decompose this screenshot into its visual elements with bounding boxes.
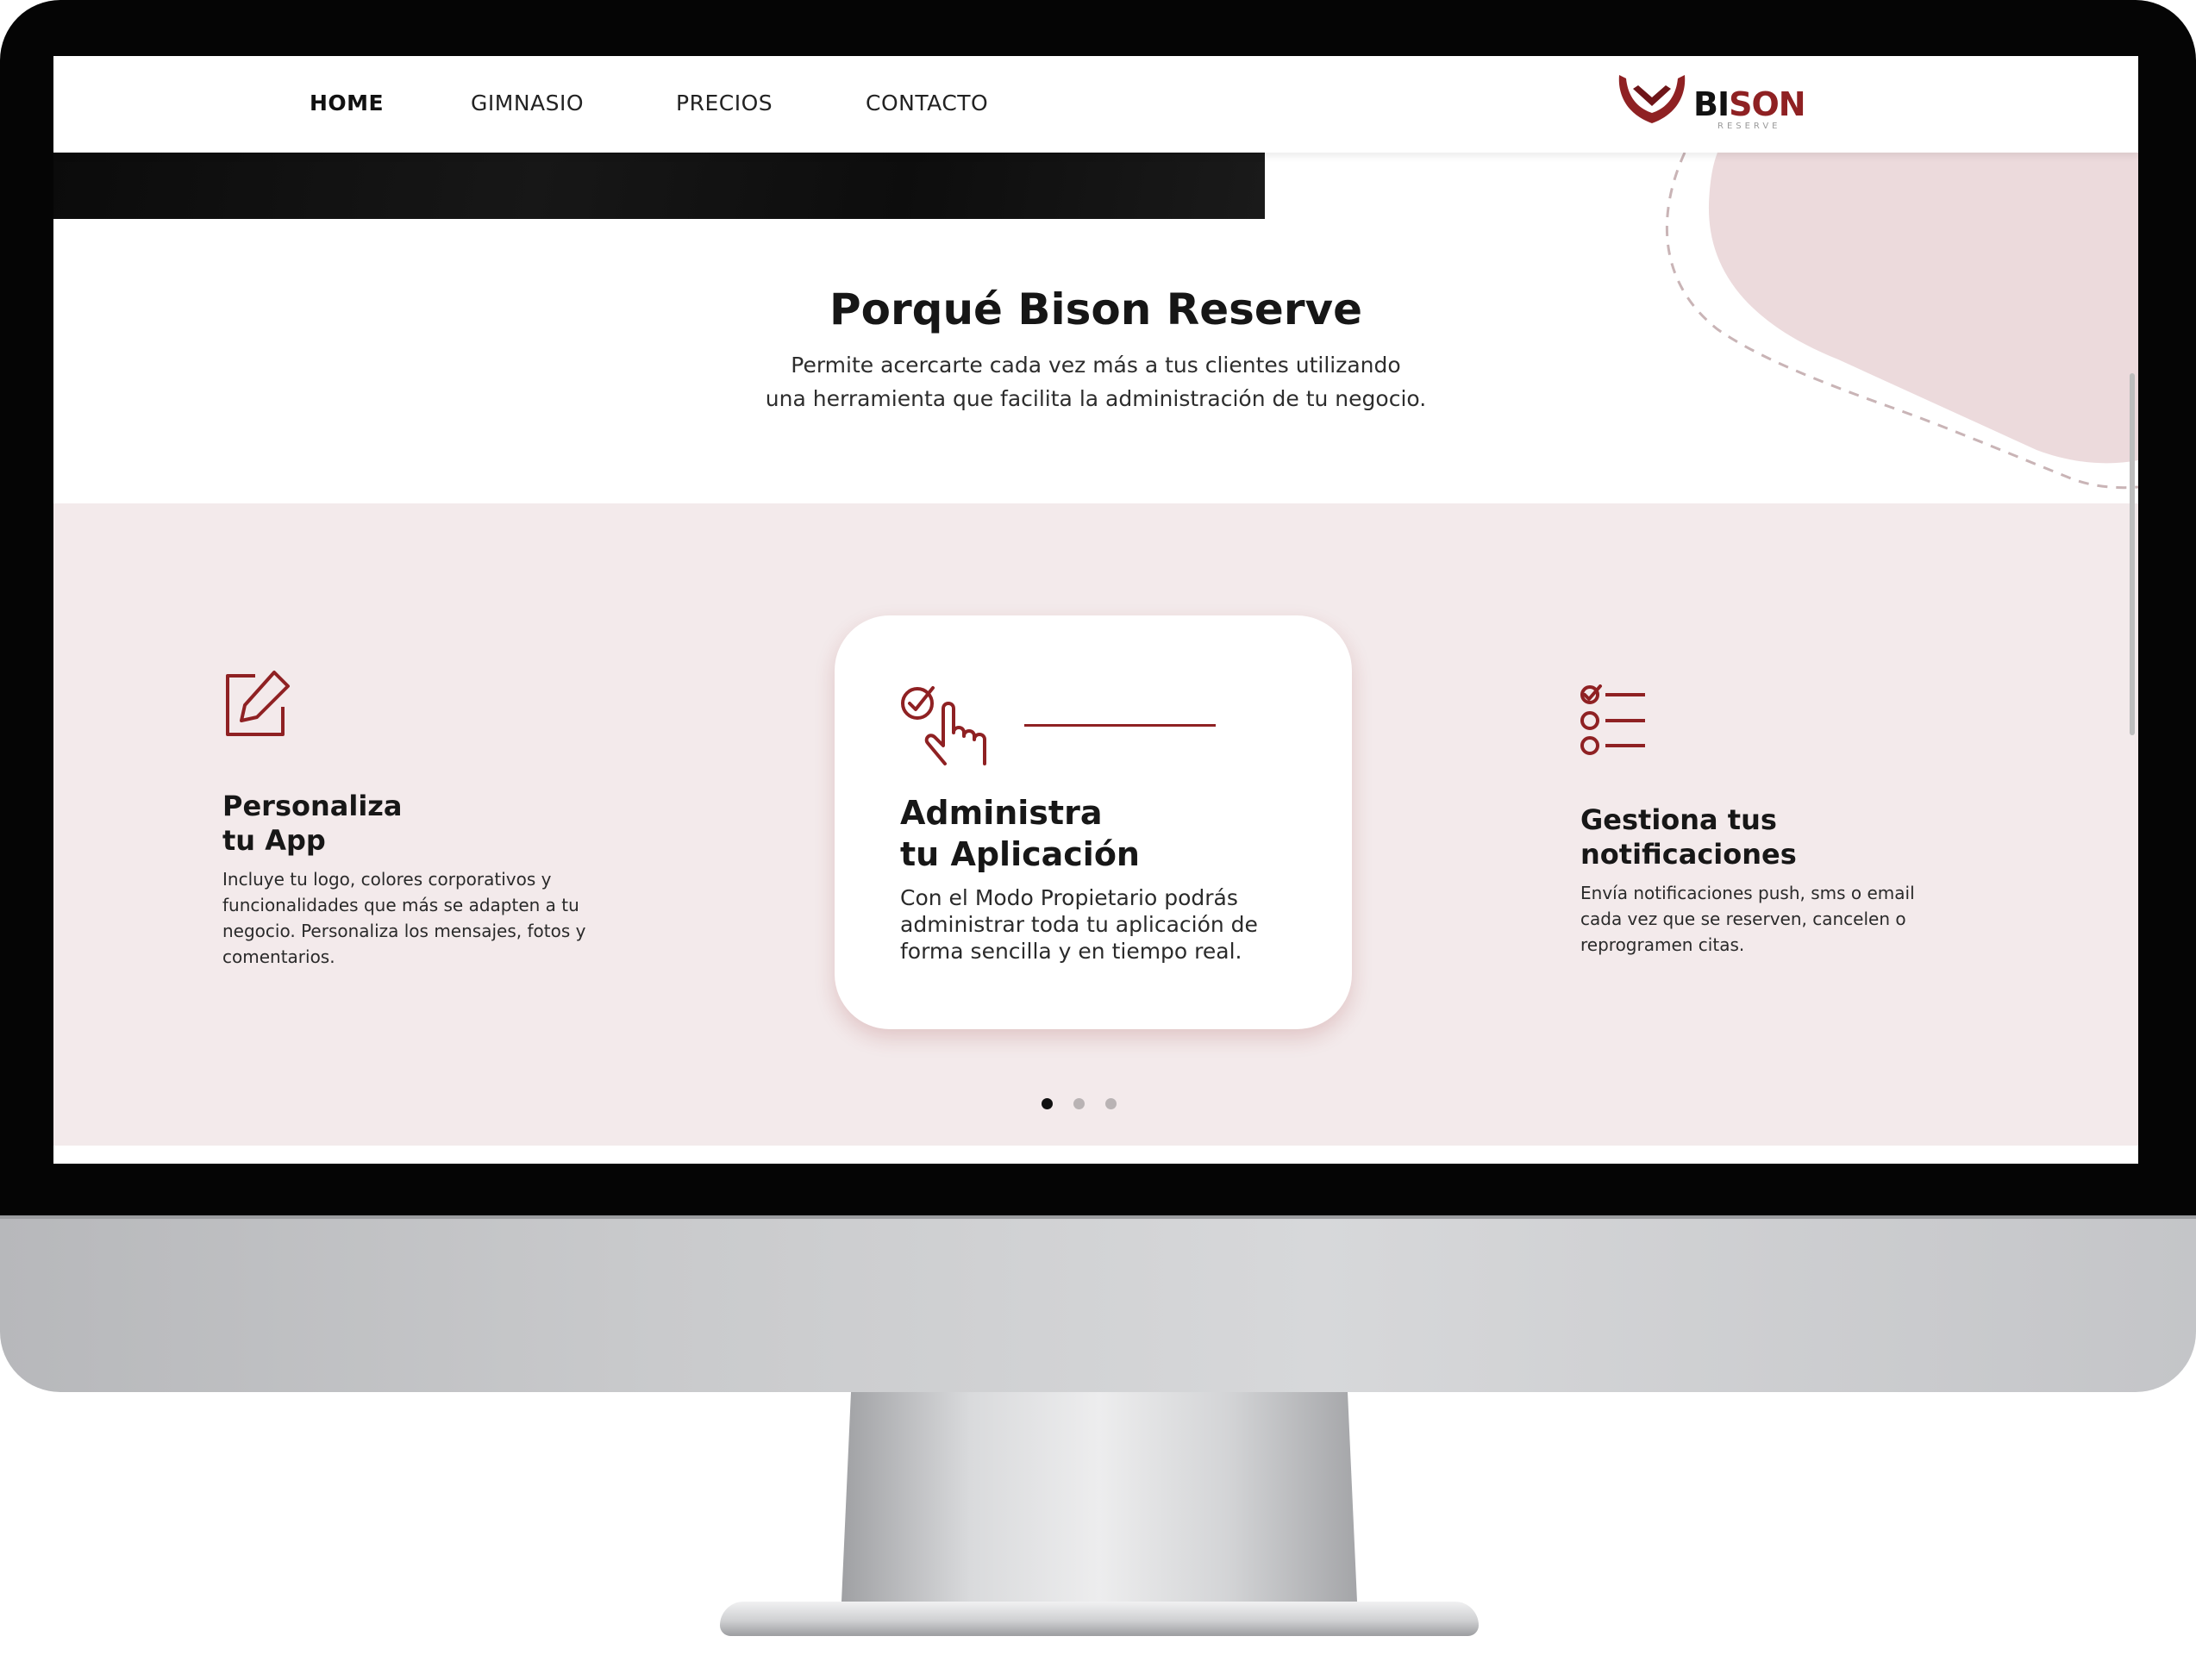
features-carousel: Personaliza tu App Incluye tu logo, colo… — [53, 503, 2138, 1146]
carousel-dot-2[interactable] — [1073, 1098, 1085, 1109]
logo-wordmark: BISON — [1693, 85, 1806, 123]
feature-title-administra: Administra tu Aplicación — [900, 794, 1140, 873]
nav-contacto[interactable]: CONTACTO — [866, 91, 988, 116]
carousel-dot-1[interactable] — [1042, 1098, 1053, 1109]
nav-gimnasio[interactable]: GIMNASIO — [471, 91, 584, 116]
nav-home[interactable]: HOME — [310, 91, 384, 116]
logo-tagline: RESERVE — [1717, 122, 1781, 131]
top-navbar: HOME GIMNASIO PRECIOS CONTACTO BISON RES… — [53, 56, 2138, 153]
feature-text-gestiona: Envía notificaciones push, sms o email c… — [1580, 883, 1915, 955]
page-bottom-band — [53, 1146, 2138, 1164]
carousel-dot-3[interactable] — [1105, 1098, 1117, 1109]
feature-card-active[interactable]: Administra tu Aplicación Con el Modo Pro… — [835, 615, 1352, 1029]
website-screen: HOME GIMNASIO PRECIOS CONTACTO BISON RES… — [53, 56, 2138, 1164]
feature-text-administra: Con el Modo Propietario podrás administr… — [900, 885, 1258, 964]
monitor-stand-foot — [720, 1602, 1479, 1636]
monitor-stand — [841, 1392, 1358, 1621]
section-subtitle-line1: Permite acercarte cada vez más a tus cli… — [791, 353, 1401, 378]
monitor-chin — [0, 1215, 2196, 1392]
card-underline — [1024, 724, 1216, 727]
edit-icon — [226, 671, 290, 736]
touch-check-icon — [901, 686, 986, 765]
scrollbar-thumb[interactable] — [2130, 373, 2135, 735]
checklist-icon — [1580, 684, 1645, 755]
feature-text-personaliza: Incluye tu logo, colores corporativos y … — [222, 869, 586, 967]
section-subtitle-line2: una herramienta que facilita la administ… — [765, 386, 1427, 411]
section-title: Porqué Bison Reserve — [829, 284, 1362, 334]
nav-precios[interactable]: PRECIOS — [676, 91, 773, 116]
hero-image-strip — [53, 153, 1265, 219]
feature-title-personaliza: Personaliza tu App — [222, 790, 403, 857]
feature-title-gestiona: Gestiona tus notificaciones — [1580, 803, 1797, 871]
